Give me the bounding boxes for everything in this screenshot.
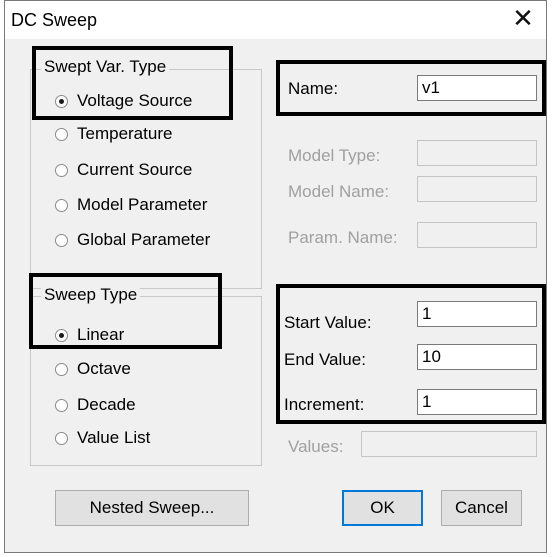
model-name-label: Model Name: [288, 182, 390, 201]
radio-label: Linear [77, 325, 125, 344]
radio-label: Decade [77, 395, 136, 414]
radio-voltage-source[interactable]: Voltage Source [55, 90, 192, 112]
title-bar[interactable]: DC Sweep ✕ [5, 1, 546, 39]
name-input[interactable] [417, 75, 537, 101]
name-label: Name: [288, 79, 339, 98]
radio-button[interactable] [55, 233, 68, 247]
radio-button[interactable] [55, 362, 68, 376]
radio-octave[interactable]: Octave [55, 358, 131, 380]
close-icon[interactable]: ✕ [508, 5, 538, 33]
radio-button[interactable] [55, 127, 68, 141]
param-name-label: Param. Name: [288, 228, 398, 247]
radio-global-parameter[interactable]: Global Parameter [55, 229, 210, 251]
end-value-label: End Value: [284, 350, 366, 369]
radio-button[interactable] [55, 328, 68, 342]
values-label: Values: [288, 437, 344, 456]
model-name-input[interactable] [417, 176, 537, 202]
radio-label: Model Parameter [77, 195, 208, 214]
radio-decade[interactable]: Decade [55, 394, 136, 416]
sweep-type-label: Sweep Type [41, 285, 141, 305]
radio-value-list[interactable]: Value List [55, 427, 150, 449]
dc-sweep-dialog: DC Sweep ✕ Swept Var. Type Voltage Sourc… [4, 0, 547, 553]
radio-model-parameter[interactable]: Model Parameter [55, 194, 207, 216]
dialog-title: DC Sweep [11, 10, 98, 30]
cancel-button[interactable]: Cancel [441, 490, 522, 526]
radio-linear[interactable]: Linear [55, 324, 124, 346]
model-type-label: Model Type: [288, 146, 381, 165]
radio-current-source[interactable]: Current Source [55, 159, 192, 181]
increment-label: Increment: [284, 395, 365, 414]
radio-label: Global Parameter [77, 230, 211, 249]
nested-sweep-button[interactable]: Nested Sweep... [55, 490, 249, 526]
start-value-label: Start Value: [284, 313, 372, 332]
radio-label: Temperature [77, 124, 173, 143]
values-input[interactable] [361, 431, 537, 457]
radio-label: Voltage Source [77, 91, 193, 110]
radio-label: Octave [77, 359, 131, 378]
ok-button[interactable]: OK [342, 490, 423, 526]
radio-button[interactable] [55, 94, 68, 108]
radio-temperature[interactable]: Temperature [55, 123, 172, 145]
start-value-input[interactable] [417, 301, 537, 327]
end-value-input[interactable] [417, 344, 537, 370]
model-type-input[interactable] [417, 140, 537, 166]
radio-label: Current Source [77, 160, 193, 179]
increment-input[interactable] [417, 389, 537, 415]
radio-button[interactable] [55, 431, 68, 445]
radio-button[interactable] [55, 163, 68, 177]
radio-button[interactable] [55, 198, 68, 212]
swept-var-type-label: Swept Var. Type [41, 57, 170, 77]
param-name-input[interactable] [417, 222, 537, 248]
radio-label: Value List [77, 428, 151, 447]
radio-button[interactable] [55, 398, 68, 412]
